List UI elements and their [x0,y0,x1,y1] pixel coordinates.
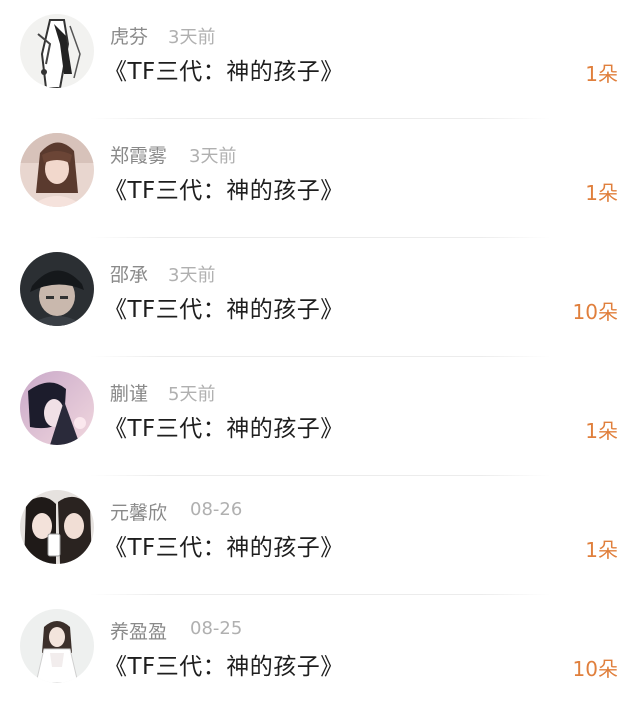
sender-name[interactable]: 郑霞雾 [110,141,167,168]
avatar-two-girls-icon[interactable] [20,490,94,564]
sender-name[interactable]: 邵承 [110,260,148,287]
list-item[interactable]: 虎芬 3天前 《TF三代：神的孩子》 1朵 [0,0,640,119]
list-item[interactable]: 元馨欣 08-26 《TF三代：神的孩子》 1朵 [0,476,640,595]
avatar-girl-portrait-icon[interactable] [20,133,94,207]
sender-name[interactable]: 养盈盈 [110,617,167,644]
item-title: 《TF三代：神的孩子》 [104,297,344,323]
item-title: 《TF三代：神的孩子》 [104,654,344,680]
flower-count: 1朵 [585,419,618,443]
list-item[interactable]: 邵承 3天前 《TF三代：神的孩子》 10朵 [0,238,640,357]
sender-name[interactable]: 虎芬 [110,22,148,49]
sent-time: 3天前 [168,265,216,286]
flower-count: 1朵 [585,181,618,205]
avatar-boy-cap-icon[interactable] [20,252,94,326]
avatar-girl-white-dress-icon[interactable] [20,609,94,683]
list-item[interactable]: 郑霞雾 3天前 《TF三代：神的孩子》 1朵 [0,119,640,238]
flower-count: 10朵 [572,657,618,681]
item-title: 《TF三代：神的孩子》 [104,535,344,561]
sender-name[interactable]: 蒯谨 [110,379,148,406]
avatar-sketch-figure-icon[interactable] [20,14,94,88]
list-item[interactable]: 养盈盈 08-25 《TF三代：神的孩子》 10朵 [0,595,640,714]
sent-time: 3天前 [189,146,237,167]
item-title: 《TF三代：神的孩子》 [104,59,344,85]
flower-count: 1朵 [585,538,618,562]
sender-name[interactable]: 元馨欣 [110,498,167,525]
gift-list: 虎芬 3天前 《TF三代：神的孩子》 1朵 郑霞雾 3天前 《TF三代：神的孩子… [0,0,640,696]
sent-time: 5天前 [168,384,216,405]
flower-count: 1朵 [585,62,618,86]
avatar-anime-boy-icon[interactable] [20,371,94,445]
sent-time: 08-25 [190,618,243,639]
flower-count: 10朵 [572,300,618,324]
sent-time: 3天前 [168,27,216,48]
sent-time: 08-26 [190,499,243,520]
item-title: 《TF三代：神的孩子》 [104,416,344,442]
item-title: 《TF三代：神的孩子》 [104,178,344,204]
list-item[interactable]: 蒯谨 5天前 《TF三代：神的孩子》 1朵 [0,357,640,476]
